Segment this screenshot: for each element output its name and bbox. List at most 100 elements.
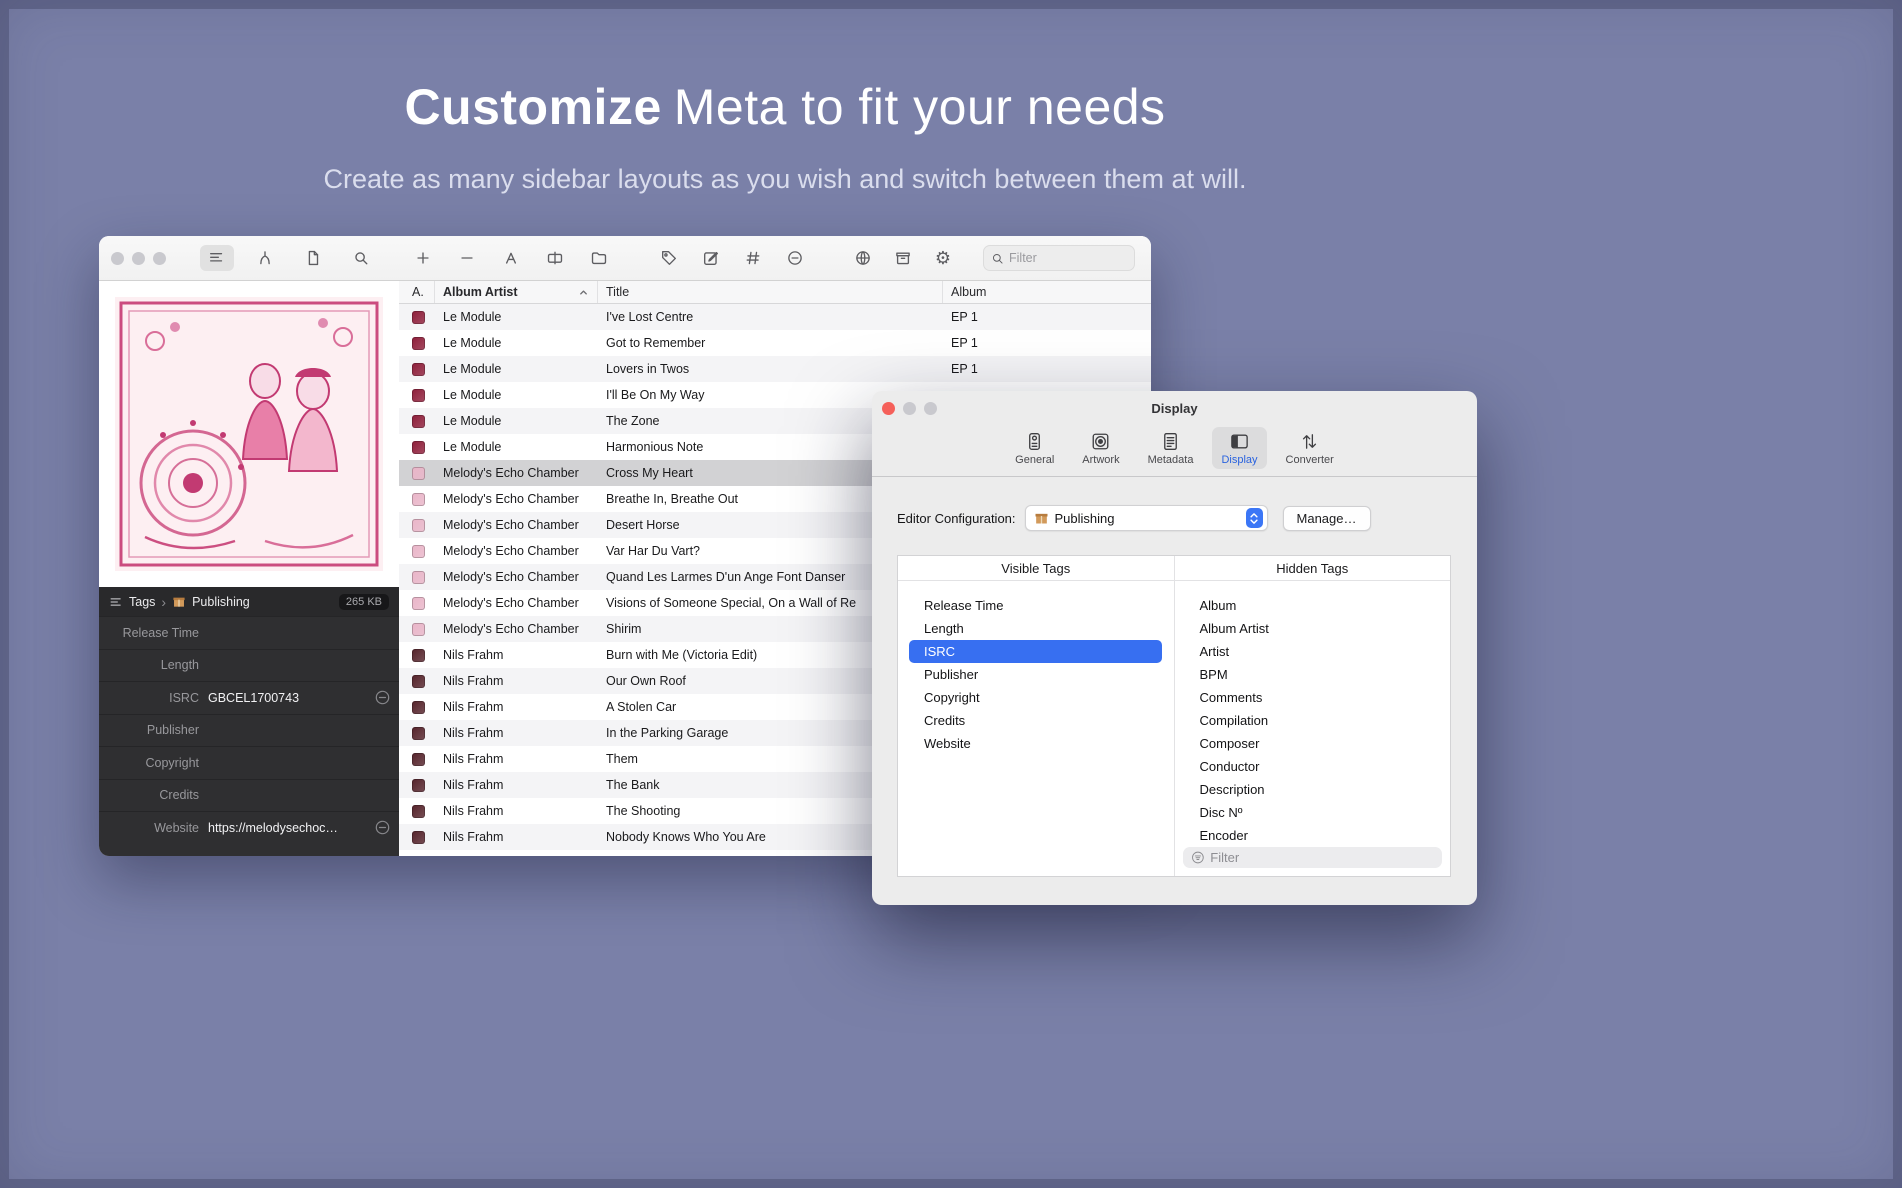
field-label: Website <box>99 821 199 835</box>
hidden-tag-item[interactable]: Compilation <box>1175 709 1451 732</box>
field-label: Credits <box>99 788 199 802</box>
visible-tag-item[interactable]: Credits <box>898 709 1174 732</box>
breadcrumb-separator: › <box>161 594 166 610</box>
track-artwork-thumb <box>412 597 425 610</box>
album-artist-cell: Nils Frahm <box>435 804 598 818</box>
dialog-title: Display <box>872 401 1477 416</box>
track-artwork-thumb <box>412 493 425 506</box>
field-value[interactable]: GBCEL1700743 <box>208 691 375 705</box>
configuration-popup-button[interactable]: Publishing <box>1025 505 1268 531</box>
tag-button[interactable] <box>652 245 686 271</box>
column-header-artwork[interactable]: A. <box>399 281 435 303</box>
zoom-window-button[interactable] <box>153 252 166 265</box>
album-cell: EP 1 <box>943 336 1151 350</box>
track-artwork-thumb <box>412 805 425 818</box>
sidebar-field-row[interactable]: Credits <box>99 779 399 812</box>
visible-tag-item[interactable]: ISRC <box>909 640 1162 663</box>
manage-button[interactable]: Manage… <box>1283 506 1371 531</box>
visible-tag-item[interactable]: Release Time <box>898 594 1174 617</box>
hidden-tag-item[interactable]: BPM <box>1175 663 1451 686</box>
album-artist-cell: Nils Frahm <box>435 778 598 792</box>
album-artist-cell: Melody's Echo Chamber <box>435 518 598 532</box>
album-artist-cell: Nils Frahm <box>435 752 598 766</box>
tab-display[interactable]: Display <box>1212 427 1266 469</box>
hidden-tag-item[interactable]: Album Artist <box>1175 617 1451 640</box>
hidden-tag-item[interactable]: Artist <box>1175 640 1451 663</box>
breadcrumb-tags[interactable]: Tags <box>129 595 155 609</box>
text-format-button[interactable] <box>494 245 528 271</box>
tags-filter-field[interactable] <box>1183 847 1443 868</box>
track-artwork-thumb <box>412 649 425 662</box>
hidden-tag-item[interactable]: Description <box>1175 778 1451 801</box>
fork-view-button[interactable] <box>248 245 282 271</box>
folder-button[interactable] <box>582 245 616 271</box>
hidden-tag-item[interactable]: Disc Nº <box>1175 801 1451 824</box>
table-row[interactable]: Le ModuleLovers in TwosEP 1 <box>399 356 1151 382</box>
column-header-album-artist[interactable]: Album Artist <box>435 281 598 303</box>
minus-icon <box>458 249 476 267</box>
tab-general[interactable]: General <box>1006 427 1063 469</box>
tab-converter[interactable]: Converter <box>1277 427 1343 469</box>
tab-metadata[interactable]: Metadata <box>1139 427 1203 469</box>
filter-icon <box>1191 850 1205 865</box>
track-artwork-thumb <box>412 311 425 324</box>
visible-tag-item[interactable]: Length <box>898 617 1174 640</box>
hidden-tag-item[interactable]: Comments <box>1175 686 1451 709</box>
configuration-value: Publishing <box>1055 511 1115 526</box>
rename-button[interactable] <box>538 245 572 271</box>
title-cell: Lovers in Twos <box>598 362 943 376</box>
close-window-button[interactable] <box>111 252 124 265</box>
remove-track-button[interactable] <box>450 245 484 271</box>
tab-artwork[interactable]: Artwork <box>1073 427 1128 469</box>
sidebar-field-row[interactable]: Length <box>99 649 399 682</box>
sidebar-field-row[interactable]: Release Time <box>99 616 399 649</box>
hidden-tag-item[interactable]: Composer <box>1175 732 1451 755</box>
album-artist-cell: Melody's Echo Chamber <box>435 466 598 480</box>
sidebar-field-row[interactable]: ISRCGBCEL1700743 <box>99 681 399 714</box>
compose-button[interactable] <box>694 245 728 271</box>
hash-icon <box>744 249 762 267</box>
minimize-window-button[interactable] <box>132 252 145 265</box>
web-lookup-button[interactable] <box>846 245 880 271</box>
toolbar-filter-field[interactable] <box>983 245 1135 271</box>
tags-filter-input[interactable] <box>1210 850 1434 865</box>
clear-tags-button[interactable] <box>778 245 812 271</box>
chevron-up-down-icon <box>1248 510 1260 527</box>
document-view-button[interactable] <box>296 245 330 271</box>
sidebar-layout-button[interactable] <box>200 245 234 271</box>
field-value[interactable]: https://melodysechoc… <box>208 821 375 835</box>
hidden-tag-item[interactable]: Album <box>1175 594 1451 617</box>
settings-button[interactable]: ⚙ <box>926 245 960 271</box>
visible-tag-item[interactable]: Publisher <box>898 663 1174 686</box>
table-row[interactable]: Le ModuleGot to RememberEP 1 <box>399 330 1151 356</box>
column-header-title[interactable]: Title <box>598 281 943 303</box>
add-track-button[interactable] <box>406 245 440 271</box>
hidden-tag-item[interactable]: Encoder <box>1175 824 1451 847</box>
align-lines-icon <box>208 249 226 267</box>
sidebar-field-row[interactable]: Publisher <box>99 714 399 747</box>
breadcrumb-configuration[interactable]: Publishing <box>192 595 250 609</box>
hidden-tag-item[interactable]: Conductor <box>1175 755 1451 778</box>
remove-field-icon[interactable] <box>375 820 390 835</box>
track-artwork-thumb <box>412 831 425 844</box>
column-header-album[interactable]: Album <box>943 281 1151 303</box>
track-number-button[interactable] <box>736 245 770 271</box>
window-controls[interactable] <box>111 252 166 265</box>
toolbar-filter-input[interactable] <box>1009 251 1127 265</box>
track-table-header: A. Album Artist Title Album <box>399 281 1151 304</box>
remove-field-icon[interactable] <box>375 690 390 705</box>
hidden-tags-list: AlbumAlbum ArtistArtistBPMCommentsCompil… <box>1175 581 1451 876</box>
visible-tag-item[interactable]: Copyright <box>898 686 1174 709</box>
track-artwork-thumb <box>412 623 425 636</box>
album-artist-cell: Melody's Echo Chamber <box>435 492 598 506</box>
visible-tag-item[interactable]: Website <box>898 732 1174 755</box>
table-row[interactable]: Le ModuleI've Lost CentreEP 1 <box>399 304 1151 330</box>
preferences-tab-bar: General Artwork Metadata Display Convert… <box>872 425 1477 477</box>
album-artist-cell: Melody's Echo Chamber <box>435 622 598 636</box>
sidebar-field-row[interactable]: Copyright <box>99 746 399 779</box>
sidebar-field-row[interactable]: Website https://melodysechoc… <box>99 811 399 844</box>
archive-button[interactable] <box>886 245 920 271</box>
album-artist-cell: Nils Frahm <box>435 648 598 662</box>
search-view-button[interactable] <box>344 245 378 271</box>
page-title: CustomizeMeta to fit your needs <box>0 78 1570 136</box>
